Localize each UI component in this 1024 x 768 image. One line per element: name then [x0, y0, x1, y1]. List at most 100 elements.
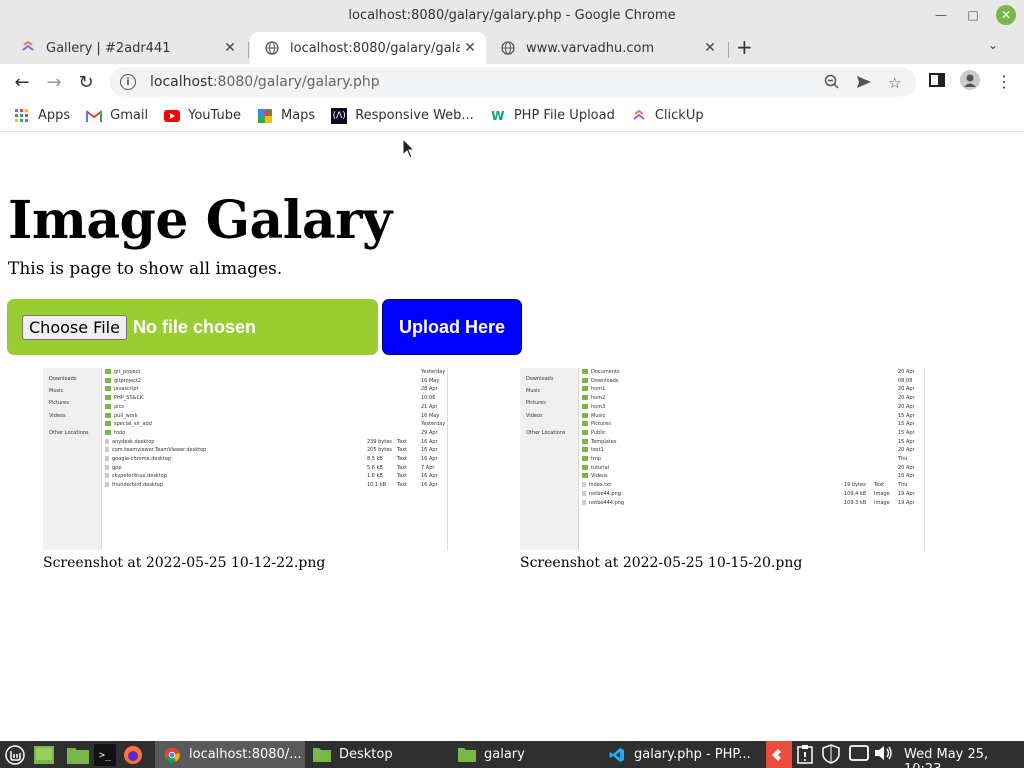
folder-icon	[105, 395, 111, 401]
gallery-image[interactable]: Downloads Music Pictures Videos Other Locati…	[43, 368, 448, 550]
shield-icon[interactable]	[822, 744, 840, 768]
tab-close-icon[interactable]: ✕	[700, 40, 720, 56]
gallery-item[interactable]: Downloads Music Pictures Videos Other Locati…	[520, 368, 925, 571]
side-panel-icon[interactable]	[929, 72, 945, 92]
file-row: Documents 20 Apr	[582, 369, 922, 377]
file-type: Image	[874, 490, 890, 497]
taskbar-task-chrome[interactable]: localhost:8080/...	[155, 741, 305, 768]
file-name: special_sir_add	[114, 421, 152, 428]
tab-gallery[interactable]: Gallery | #2adr441 ✕	[6, 32, 246, 64]
file-manager-sidebar: Downloads Music Pictures Videos Other Locati…	[43, 368, 102, 550]
close-window-icon[interactable]: ✕	[996, 5, 1016, 25]
tab-varvadhu[interactable]: www.varvadhu.com ✕	[486, 32, 726, 64]
file-date: 16 Apr	[421, 456, 438, 462]
folder-icon	[582, 456, 588, 461]
tab-close-icon[interactable]: ✕	[220, 40, 240, 56]
bookmark-gmail[interactable]: Gmail	[86, 108, 148, 124]
tab-label: Gallery | #2adr441	[46, 40, 171, 56]
bookmark-star-icon[interactable]: ☆	[888, 74, 901, 92]
bookmark-apps[interactable]: Apps	[14, 108, 70, 124]
bookmark-responsive-web[interactable]: (Λ) Responsive Web...	[331, 107, 474, 124]
file-name: hom2	[591, 395, 606, 402]
address-bar[interactable]: i localhost:8080/galary/galary.php ☆	[110, 67, 916, 97]
file-row: index.txt 19 bytes Text Thu	[582, 482, 922, 490]
file-date: 20 Apr	[898, 369, 915, 375]
gallery-item[interactable]: Downloads Music Pictures Videos Other Locati…	[43, 368, 448, 571]
minimize-icon[interactable]: —	[932, 6, 950, 24]
file-date: 16 Apr	[898, 473, 915, 480]
file-row: todo 29 Apr	[105, 429, 445, 438]
taskbar-task-galary[interactable]: galary	[450, 741, 600, 768]
file-date: 7 Apr	[421, 464, 435, 471]
bookmark-clickup[interactable]: ClickUp	[631, 108, 704, 124]
reload-icon[interactable]: ↻	[74, 70, 98, 94]
file-date: 15 Apr	[898, 412, 915, 419]
file-date: 20 Apr	[898, 464, 915, 471]
info-icon[interactable]: i	[120, 74, 136, 90]
taskbar-clock[interactable]: Wed May 25, 10:23	[904, 747, 1024, 768]
mouse-cursor-icon	[402, 137, 416, 165]
anydesk-tray-icon[interactable]	[766, 741, 792, 768]
show-desktop-icon[interactable]	[33, 744, 55, 766]
taskbar-task-desktop[interactable]: Desktop	[305, 741, 450, 768]
gmail-icon	[86, 108, 103, 124]
choose-file-button[interactable]: Choose File	[22, 314, 127, 340]
file-name: Templates	[591, 438, 617, 445]
new-tab-icon[interactable]: +	[736, 35, 753, 59]
file-row: com.teamviewer.TeamViewer.desktop 205 byt…	[105, 447, 445, 455]
file-date: Thu	[898, 456, 908, 462]
file-row: gpp 5.6 kB Text 7 Apr	[105, 464, 445, 473]
clipboard-icon[interactable]	[797, 744, 813, 768]
sidebar-place: Other Locations	[49, 430, 89, 436]
files-icon[interactable]	[67, 744, 89, 766]
terminal-icon[interactable]: >_	[94, 744, 116, 766]
file-icon	[105, 456, 109, 461]
file-date: 19 Apr	[898, 499, 915, 506]
file-date: 21 Apr	[421, 403, 438, 410]
folder-icon	[582, 421, 588, 427]
mint-menu-icon[interactable]	[4, 744, 26, 766]
folder-icon	[105, 377, 111, 383]
no-file-text: No file chosen	[132, 316, 256, 337]
file-row: Public 15 Apr	[582, 429, 922, 438]
file-name: thunderbird.desktop	[112, 482, 164, 489]
file-row: gitproject2 16 May	[105, 377, 445, 386]
maximize-icon[interactable]: □	[964, 6, 982, 24]
file-row: thunderbird.desktop 10.1 kB Text 16 Apr	[105, 482, 445, 490]
bookmark-maps[interactable]: Maps	[257, 108, 315, 124]
zoom-out-icon[interactable]	[824, 74, 840, 94]
gallery-image[interactable]: Downloads Music Pictures Videos Other Locati…	[520, 368, 925, 550]
display-icon[interactable]	[849, 744, 869, 766]
tab-close-icon[interactable]: ✕	[460, 40, 480, 56]
bookmark-php-file-upload[interactable]: W PHP File Upload	[490, 108, 615, 124]
tab-galary[interactable]: localhost:8080/galary/galary. ✕	[250, 32, 486, 64]
folder-icon	[458, 746, 476, 764]
bookmark-youtube[interactable]: YouTube	[164, 108, 241, 124]
send-icon[interactable]	[856, 74, 872, 94]
file-type: Text	[397, 456, 408, 462]
file-icon	[582, 499, 586, 505]
kebab-menu-icon[interactable]: ⋮	[996, 72, 1012, 91]
file-input[interactable]: Choose File No file chosen	[7, 299, 378, 355]
file-name: Public	[591, 429, 606, 436]
file-name: pics	[114, 403, 124, 410]
volume-icon[interactable]	[874, 744, 894, 766]
file-name: Pictures	[591, 421, 611, 428]
forward-icon[interactable]: →	[42, 70, 66, 94]
file-size: 5.6 kB	[367, 464, 383, 471]
file-size: 10.1 kB	[367, 482, 387, 489]
globe-icon	[500, 40, 516, 56]
folder-icon	[105, 421, 111, 427]
firefox-icon[interactable]	[122, 744, 144, 766]
youtube-icon	[164, 108, 181, 124]
upload-button[interactable]: Upload Here	[382, 299, 522, 355]
file-manager-sidebar: Downloads Music Pictures Videos Other Locati…	[520, 368, 579, 550]
file-date: 15 Apr	[898, 421, 915, 428]
page-title: Image Galary	[8, 190, 392, 251]
chevron-down-icon[interactable]: ⌄	[988, 38, 998, 52]
back-icon[interactable]: ←	[10, 70, 34, 94]
taskbar-task-vscode[interactable]: galary.php - PHP...	[600, 741, 760, 768]
profile-avatar-icon[interactable]	[960, 70, 980, 94]
file-name: index.txt	[589, 482, 612, 489]
file-type: Text	[397, 464, 408, 471]
